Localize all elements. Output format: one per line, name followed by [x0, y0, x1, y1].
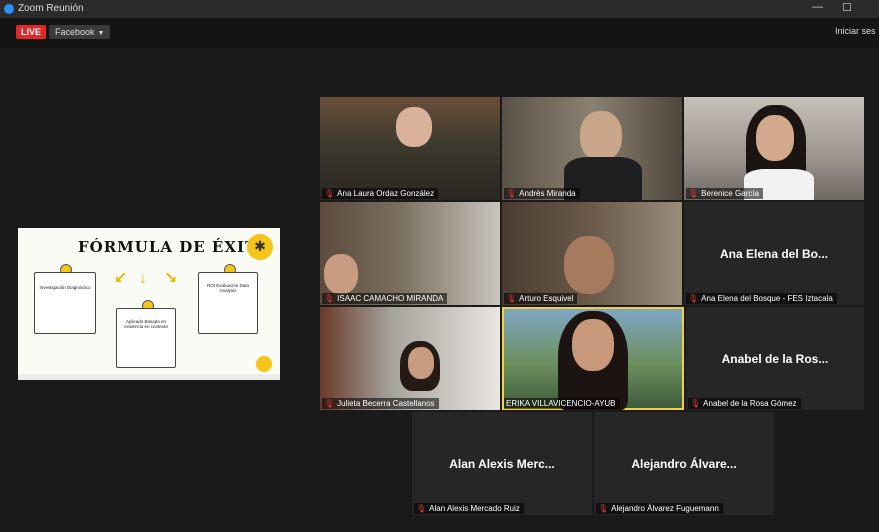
person [580, 111, 622, 161]
share-title: FÓRMULA DE ÉXITO [78, 238, 272, 256]
participant-name: 🎙 Ana Elena del Bosque - FES Iztacala [686, 293, 837, 304]
yellow-dot [256, 356, 272, 372]
video-off-tile[interactable]: Anabel de la Ros... 🎙 Anabel de la Rosa G… [686, 307, 864, 410]
video-off-tile[interactable]: Alan Alexis Merc... 🎙 Alan Alexis Mercado… [412, 412, 592, 515]
participant-name: 🎙 Berenice García [686, 188, 763, 199]
person [756, 115, 794, 161]
flower-icon: ✱ [247, 234, 273, 260]
mic-muted-icon: 🎙 [506, 189, 517, 198]
person [396, 107, 432, 147]
person [324, 254, 358, 294]
share-card: Aplicado Basado en evidencia en contexto [116, 308, 176, 368]
live-badge: LIVE [16, 25, 47, 39]
video-off-tile[interactable]: Ana Elena del Bo... 🎙 Ana Elena del Bosqu… [684, 202, 864, 305]
participant-name: 🎙 Arturo Esquivel [504, 293, 578, 304]
person [572, 319, 614, 371]
arrow-icon: ↘ [164, 270, 178, 287]
mic-muted-icon: 🎙 [324, 189, 335, 198]
mic-muted-icon: 🎙 [598, 504, 609, 513]
participant-name: 🎙 Andrés Miranda [504, 188, 580, 199]
share-card: ROI Evaluación Data Analysis [198, 272, 258, 334]
person [408, 347, 434, 379]
title-bar: Zoom Reunión — ☐ [0, 0, 879, 18]
zoom-logo-icon [4, 4, 14, 14]
video-tile[interactable]: 🎙 Julieta Becerra Castellanos [320, 307, 500, 410]
mic-muted-icon: 🎙 [416, 504, 427, 513]
share-card: Investigación Diagnóstico [34, 272, 96, 334]
video-tile[interactable]: 🎙 Berenice García [684, 97, 864, 200]
caret-down-icon: ▼ [97, 30, 105, 37]
video-tile[interactable]: 🎙 Ana Laura Ordaz González [320, 97, 500, 200]
meeting-toolbar [0, 18, 879, 48]
maximize-icon[interactable]: ☐ [842, 1, 852, 14]
participant-display-name: Alan Alexis Merc... [449, 457, 555, 471]
person [564, 236, 614, 294]
participant-name: 🎙 ISAAC CAMACHO MIRANDA [322, 293, 448, 304]
video-tile[interactable]: 🎙 ISAAC CAMACHO MIRANDA [320, 202, 500, 305]
shared-taskbar [18, 374, 280, 380]
arrow-icon: ↓ [139, 270, 147, 287]
participant-display-name: Anabel de la Ros... [721, 352, 829, 366]
participant-display-name: Alejandro Álvare... [631, 457, 737, 471]
participant-name: 🎙 Alejandro Álvarez Fuguemann [596, 503, 723, 514]
active-speaker-tile[interactable]: ERIKA VILLAVICENCIO-AYUB [502, 307, 684, 410]
window-title: Zoom Reunión [18, 3, 84, 14]
participant-name: ERIKA VILLAVICENCIO-AYUB [504, 398, 620, 409]
participant-name: 🎙 Anabel de la Rosa Gómez [688, 398, 801, 409]
shared-screen: FÓRMULA DE ÉXITO ✱ Investigación Diagnós… [18, 228, 280, 380]
mic-muted-icon: 🎙 [506, 294, 517, 303]
live-platform-dropdown[interactable]: Facebook ▼ [49, 25, 111, 39]
mic-muted-icon: 🎙 [690, 399, 701, 408]
platform-label: Facebook [55, 27, 95, 37]
mic-muted-icon: 🎙 [324, 399, 335, 408]
participant-display-name: Ana Elena del Bo... [719, 247, 829, 261]
video-tile[interactable]: 🎙 Arturo Esquivel [502, 202, 682, 305]
participant-name: 🎙 Ana Laura Ordaz González [322, 188, 439, 199]
mic-muted-icon: 🎙 [324, 294, 335, 303]
mic-muted-icon: 🎙 [688, 189, 699, 198]
arrow-icon: ↙ [114, 270, 128, 287]
video-off-tile[interactable]: Alejandro Álvare... 🎙 Alejandro Álvarez F… [594, 412, 774, 515]
minimize-icon[interactable]: — [812, 1, 823, 13]
participant-name: 🎙 Julieta Becerra Castellanos [322, 398, 439, 409]
mic-muted-icon: 🎙 [688, 294, 699, 303]
video-tile[interactable]: 🎙 Andrés Miranda [502, 97, 682, 200]
start-button[interactable]: Iniciar ses [835, 26, 879, 36]
participant-name: 🎙 Alan Alexis Mercado Ruiz [414, 503, 524, 514]
